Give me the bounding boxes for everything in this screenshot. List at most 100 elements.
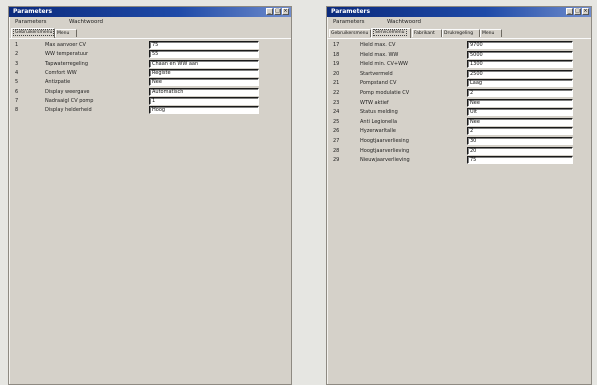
parameter-row: 18 Hield max. WW 5000 [327,50,591,61]
parameter-row: 22 Pomp modulatie CV 2 [327,89,591,99]
parameter-value-field[interactable]: 75 [149,41,259,49]
parameter-number: 18 [333,51,340,58]
tab-fabrikant[interactable]: Fabrikant [412,29,442,37]
parameter-label: Hoogtjaarverliesing [360,138,409,144]
parameter-value-field[interactable]: Hoog [149,106,259,115]
minimize-button[interactable]: _ [566,8,573,15]
parameter-value-field[interactable]: 9700 [467,41,573,49]
parameter-label: Hield min. CV+WW [360,61,408,68]
parameter-value-field[interactable]: 55 [149,50,259,59]
menu-bar: Parameters Wachtwoord [9,17,291,28]
parameter-row: 19 Hield min. CV+WW 1300 [327,60,591,70]
menu-bar: Parameters Wachtwoord [327,17,591,28]
parameter-number: 23 [333,99,340,106]
parameter-number: 20 [333,70,340,77]
parameter-label: Display weergave [45,88,90,95]
parameter-number: 8 [15,107,19,114]
parameter-number: 5 [15,79,19,86]
maximize-button[interactable]: □ [574,8,581,15]
parameter-number: 7 [15,97,19,104]
parameter-row: 25 Anti Legionella Nee [327,117,591,128]
parameter-label: Hield max. CV [360,42,396,48]
parameter-label: Tapwaterregeling [45,60,89,67]
parameter-number: 28 [333,147,340,154]
window-title: Parameters [13,8,53,15]
parameter-value-field[interactable]: 5000 [467,50,573,59]
parameter-number: 3 [15,60,19,67]
parameter-label: Nadraaigl CV pomp [45,97,94,104]
parameter-row: 23 WTW aktief Nee [327,98,591,109]
parameter-label: Nieuwjaarverlieving [360,157,410,164]
parameter-value-field[interactable]: 2500 [467,69,573,78]
tab-servicemenu[interactable]: Servicemenu [371,28,411,38]
parameter-label: Hield max. WW [360,51,399,58]
tab-menu[interactable]: Menu [55,29,77,37]
parameter-number: 17 [333,42,340,48]
parameter-row: 8 Display helderheid Hoog [9,106,291,116]
parameter-row: 27 Hoogtjaarverliesing 30 [327,137,591,147]
tab-drukregeling[interactable]: Drukregeling [442,29,480,37]
menu-parameters[interactable]: Parameters [15,19,46,26]
title-bar[interactable]: Parameters _ □ × [327,7,591,17]
maximize-button[interactable]: □ [274,8,281,15]
parameter-label: Hoogtjaarverlieving [360,147,410,154]
menu-parameters[interactable]: Parameters [333,19,364,26]
parameter-row: 26 Hyzerwarltalle 2 [327,127,591,137]
parameters-window-1: Parameters _ □ × Parameters Wachtwoord G… [8,6,292,385]
parameter-value-field[interactable]: 2 [467,127,573,136]
parameter-value-field[interactable]: Nee [149,78,259,87]
parameters-window-2: Parameters _ □ × Parameters Wachtwoord G… [326,6,592,385]
close-button[interactable]: × [582,8,589,15]
parameter-value-field[interactable]: 20 [467,146,573,155]
parameter-row: 28 Hoogtjaarverlieving 20 [327,146,591,157]
parameter-label: Status melding [360,109,398,116]
parameter-number: 2 [15,51,19,58]
parameter-label: WTW aktief [360,99,389,106]
parameter-value-field[interactable]: 2 [467,89,573,97]
menu-wachtwoord[interactable]: Wachtwoord [387,19,421,26]
close-button[interactable]: × [282,8,289,15]
parameter-label: Startvermeld [360,70,393,77]
parameter-value-field[interactable]: 30 [467,137,573,145]
parameter-value-field[interactable]: Laag [467,79,573,88]
parameter-label: Comfort WW [45,69,77,76]
parameter-value-field[interactable]: 75 [467,156,573,165]
parameter-number: 24 [333,109,340,116]
parameter-row: 24 Status melding Uit [327,108,591,118]
title-bar[interactable]: Parameters _ □ × [9,7,291,17]
parameter-number: 19 [333,61,340,68]
parameter-value-field[interactable]: Nee [467,98,573,107]
parameter-number: 26 [333,128,340,135]
parameter-number: 27 [333,138,340,144]
tab-gebruikersmenu[interactable]: Gebruikersmenu [329,29,371,37]
tab-strip: Gebruikersmenu Servicemenu Fabrikant Dru… [327,28,591,39]
window-title: Parameters [331,8,371,15]
parameter-row: 20 Startvermeld 2500 [327,69,591,80]
parameter-value-field[interactable]: Automatisch [149,87,259,96]
parameter-value-field[interactable]: Chaan en WW aan [149,59,259,68]
parameter-label: Pomp modulatie CV [360,90,410,96]
parameter-number: 6 [15,88,19,95]
parameter-value-field[interactable]: Nee [467,117,573,126]
parameter-label: Hyzerwarltalle [360,128,396,135]
minimize-button[interactable]: _ [266,8,273,15]
parameter-number: 21 [333,80,340,87]
parameter-value-field[interactable]: 1300 [467,60,573,69]
parameter-label: Max aanvoer CV [45,42,86,48]
parameter-number: 1 [15,42,19,48]
parameter-label: Display helderheid [45,107,92,114]
parameter-value-field[interactable]: 1 [149,96,259,105]
parameter-number: 22 [333,90,340,96]
parameter-label: Anti Legionella [360,118,398,125]
parameter-label: WW temperatuur [45,51,89,58]
parameter-value-field[interactable]: Registe [149,68,259,77]
parameter-row: 17 Hield max. CV 9700 [327,41,591,51]
tab-menu[interactable]: Menu [480,29,502,37]
menu-wachtwoord[interactable]: Wachtwoord [69,19,103,26]
tab-gebruikersmenu[interactable]: Gebruikersmenu [11,28,55,38]
parameter-number: 25 [333,118,340,125]
parameter-value-field[interactable]: Uit [467,108,573,117]
parameter-label: Pompstand CV [360,80,397,87]
parameter-row: 29 Nieuwjaarverlieving 75 [327,156,591,166]
parameter-number: 4 [15,69,19,76]
